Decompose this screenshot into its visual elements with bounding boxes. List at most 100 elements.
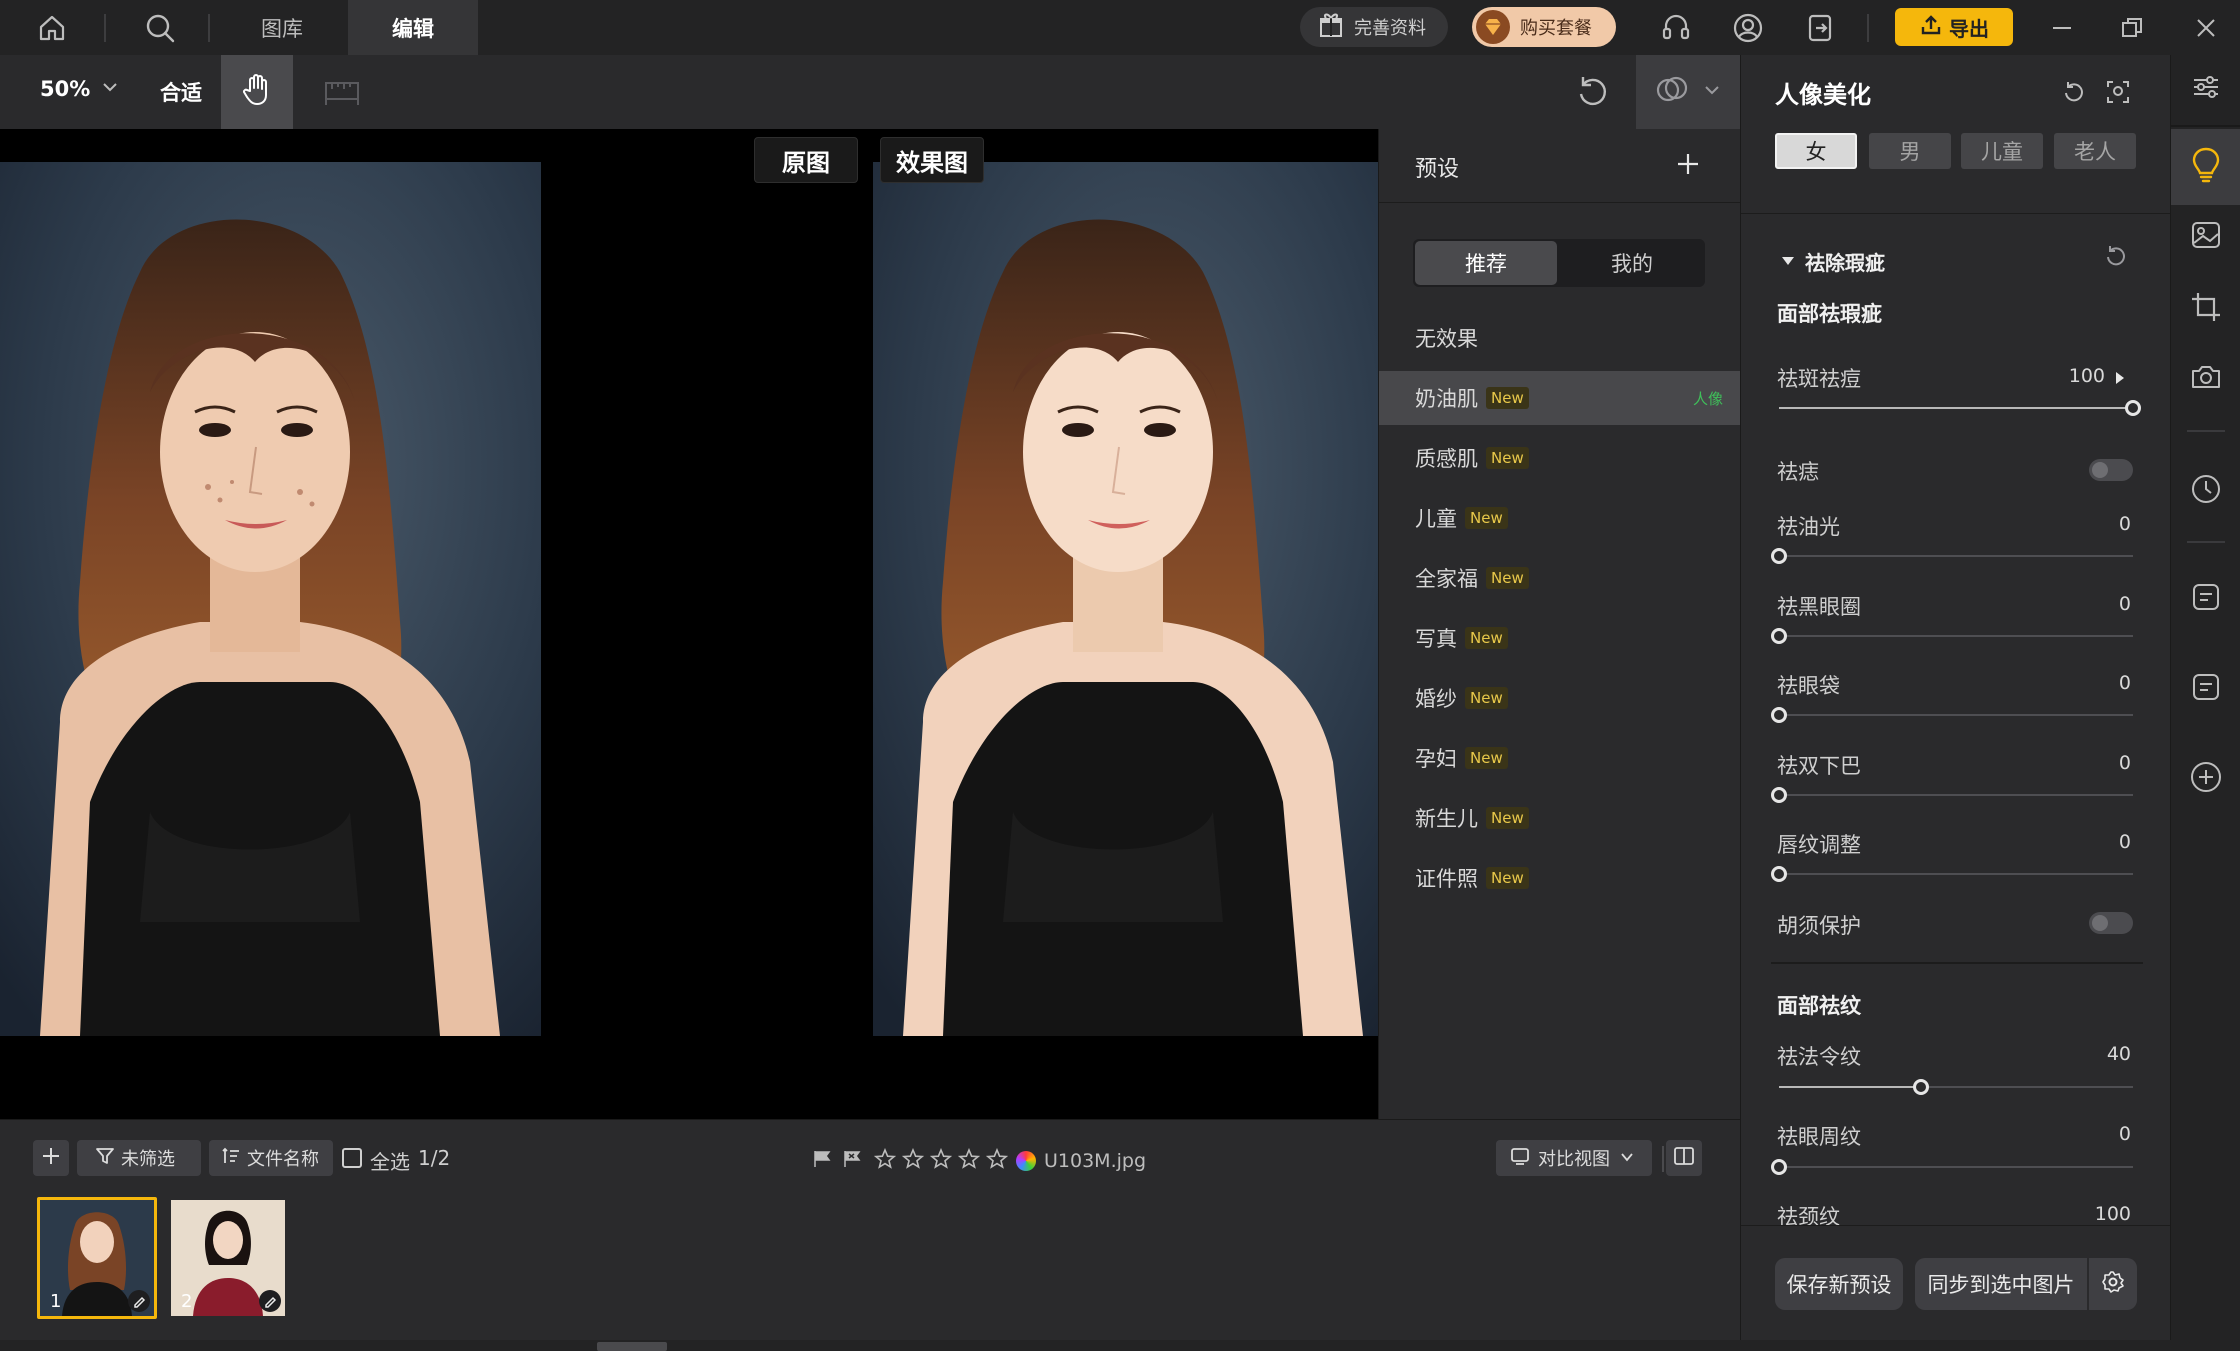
slider-knob[interactable] bbox=[1771, 628, 1787, 644]
camera-icon[interactable] bbox=[2171, 347, 2240, 407]
add-circle-icon[interactable] bbox=[2171, 747, 2240, 807]
slider-track[interactable] bbox=[1779, 635, 2133, 637]
sync-button[interactable]: 同步到选中图片 bbox=[1915, 1258, 2087, 1310]
face-scan-icon[interactable] bbox=[2105, 79, 2131, 109]
gender-tab-male[interactable]: 男 bbox=[1869, 133, 1951, 169]
note-icon[interactable] bbox=[2171, 657, 2240, 717]
headset-icon[interactable] bbox=[1654, 6, 1698, 50]
compare-view-select[interactable]: 对比视图 bbox=[1496, 1140, 1652, 1176]
slider-value[interactable]: 0 bbox=[2041, 672, 2131, 694]
thumbnail[interactable]: 2 bbox=[168, 1197, 288, 1319]
slider-knob[interactable] bbox=[1771, 787, 1787, 803]
color-label-icon[interactable] bbox=[1016, 1151, 1036, 1171]
slider-value[interactable]: 0 bbox=[2041, 752, 2131, 774]
preset-item[interactable]: 全家福 New bbox=[1379, 551, 1741, 605]
adjust-sliders-icon[interactable] bbox=[2171, 57, 2240, 117]
preset-item[interactable]: 新生儿 New bbox=[1379, 791, 1741, 845]
preset-item[interactable]: 孕妇 New bbox=[1379, 731, 1741, 785]
section-reset-icon[interactable] bbox=[2103, 243, 2129, 273]
gender-tab-elder[interactable]: 老人 bbox=[2054, 133, 2136, 169]
history-icon[interactable] bbox=[2171, 459, 2240, 519]
add-image-button[interactable] bbox=[33, 1140, 69, 1176]
buy-package-button[interactable]: 购买套餐 bbox=[1472, 7, 1616, 47]
close-icon[interactable] bbox=[2184, 6, 2228, 50]
filter-button[interactable]: 未筛选 bbox=[77, 1140, 201, 1176]
slider-track[interactable] bbox=[1779, 1086, 2133, 1088]
perfect-info-button[interactable]: 完善资料 bbox=[1300, 7, 1448, 47]
horizontal-scrollbar-thumb[interactable] bbox=[597, 1342, 667, 1351]
image-canvas[interactable] bbox=[0, 129, 1378, 1119]
slider-knob[interactable] bbox=[1771, 1159, 1787, 1175]
slider-track[interactable] bbox=[1779, 873, 2133, 875]
slider-value[interactable]: 100 bbox=[2041, 365, 2105, 387]
logout-icon[interactable] bbox=[1798, 6, 1842, 50]
tab-edit[interactable]: 编辑 bbox=[348, 0, 478, 55]
slider-knob[interactable] bbox=[1771, 548, 1787, 564]
slider-value[interactable]: 40 bbox=[2041, 1043, 2131, 1065]
undo-icon[interactable] bbox=[1574, 73, 1612, 115]
section-blemish-header[interactable]: 祛除瑕疵 bbox=[1781, 247, 1885, 276]
preset-item[interactable]: 质感肌 New bbox=[1379, 431, 1741, 485]
slider-knob[interactable] bbox=[1771, 707, 1787, 723]
note-icon[interactable] bbox=[2171, 567, 2240, 627]
zoom-value: 50% bbox=[40, 77, 91, 101]
beard-protect-toggle[interactable] bbox=[2089, 912, 2133, 934]
star-icon[interactable] bbox=[929, 1147, 953, 1174]
slider-value[interactable]: 0 bbox=[2041, 593, 2131, 615]
preset-item[interactable]: 证件照 New bbox=[1379, 851, 1741, 905]
thumbnail[interactable]: 1 bbox=[37, 1197, 157, 1319]
flag-icon[interactable] bbox=[812, 1149, 832, 1173]
slider-track[interactable] bbox=[1779, 794, 2133, 796]
minimize-icon[interactable] bbox=[2040, 6, 2084, 50]
reject-flag-icon[interactable] bbox=[842, 1149, 862, 1173]
tab-gallery[interactable]: 图库 bbox=[224, 0, 340, 55]
sort-button[interactable]: 文件名称 bbox=[209, 1140, 333, 1176]
home-icon[interactable] bbox=[30, 6, 74, 50]
preset-item[interactable]: 奶油肌 New 人像 bbox=[1379, 371, 1741, 425]
preset-item[interactable]: 婚纱 New bbox=[1379, 671, 1741, 725]
compare-mode-select[interactable] bbox=[1636, 55, 1740, 129]
tab-recommended[interactable]: 推荐 bbox=[1415, 241, 1557, 285]
preset-item[interactable]: 儿童 New bbox=[1379, 491, 1741, 545]
sync-settings-button[interactable] bbox=[2089, 1258, 2137, 1310]
image-edit-icon[interactable] bbox=[2171, 205, 2240, 265]
slider-knob[interactable] bbox=[1771, 866, 1787, 882]
split-view-button[interactable] bbox=[1666, 1140, 1702, 1176]
portrait-beauty-tool[interactable] bbox=[2171, 129, 2240, 205]
star-icon[interactable] bbox=[985, 1147, 1009, 1174]
star-icon[interactable] bbox=[901, 1147, 925, 1174]
slider-track[interactable] bbox=[1779, 714, 2133, 716]
restore-icon[interactable] bbox=[2110, 6, 2154, 50]
slider-knob[interactable] bbox=[2125, 400, 2141, 416]
add-preset-icon[interactable] bbox=[1675, 151, 1701, 181]
gender-tab-female[interactable]: 女 bbox=[1775, 133, 1857, 169]
gender-tab-child[interactable]: 儿童 bbox=[1961, 133, 2043, 169]
search-icon[interactable] bbox=[138, 6, 182, 50]
crop-icon[interactable] bbox=[2171, 277, 2240, 337]
preset-item[interactable]: 无效果 bbox=[1379, 311, 1741, 365]
slider-value[interactable]: 0 bbox=[2041, 1123, 2131, 1145]
user-icon[interactable] bbox=[1726, 6, 1770, 50]
star-icon[interactable] bbox=[957, 1147, 981, 1174]
slider-track[interactable] bbox=[1779, 407, 2133, 409]
slider-value[interactable]: 100 bbox=[2041, 1203, 2131, 1225]
fit-button[interactable]: 合适 bbox=[160, 77, 202, 107]
tab-mine[interactable]: 我的 bbox=[1561, 241, 1703, 285]
slider-value[interactable]: 0 bbox=[2041, 831, 2131, 853]
select-all-checkbox[interactable] bbox=[342, 1148, 362, 1168]
slider-track[interactable] bbox=[1779, 1166, 2133, 1168]
slider-value[interactable]: 0 bbox=[2041, 513, 2131, 535]
select-all-label[interactable]: 全选 bbox=[370, 1146, 410, 1175]
star-icon[interactable] bbox=[873, 1147, 897, 1174]
save-preset-button[interactable]: 保存新预设 bbox=[1775, 1258, 1903, 1310]
hand-tool[interactable] bbox=[221, 55, 293, 129]
slider-knob[interactable] bbox=[1912, 1079, 1929, 1095]
ruler-icon[interactable] bbox=[320, 73, 364, 113]
export-button[interactable]: 导出 bbox=[1895, 8, 2013, 46]
preset-item[interactable]: 写真 New bbox=[1379, 611, 1741, 665]
caret-right-icon[interactable] bbox=[2115, 370, 2125, 389]
reset-icon[interactable] bbox=[2061, 79, 2087, 109]
zoom-select[interactable]: 50% bbox=[40, 77, 118, 101]
slider-track[interactable] bbox=[1779, 555, 2133, 557]
mole-toggle[interactable] bbox=[2089, 459, 2133, 481]
